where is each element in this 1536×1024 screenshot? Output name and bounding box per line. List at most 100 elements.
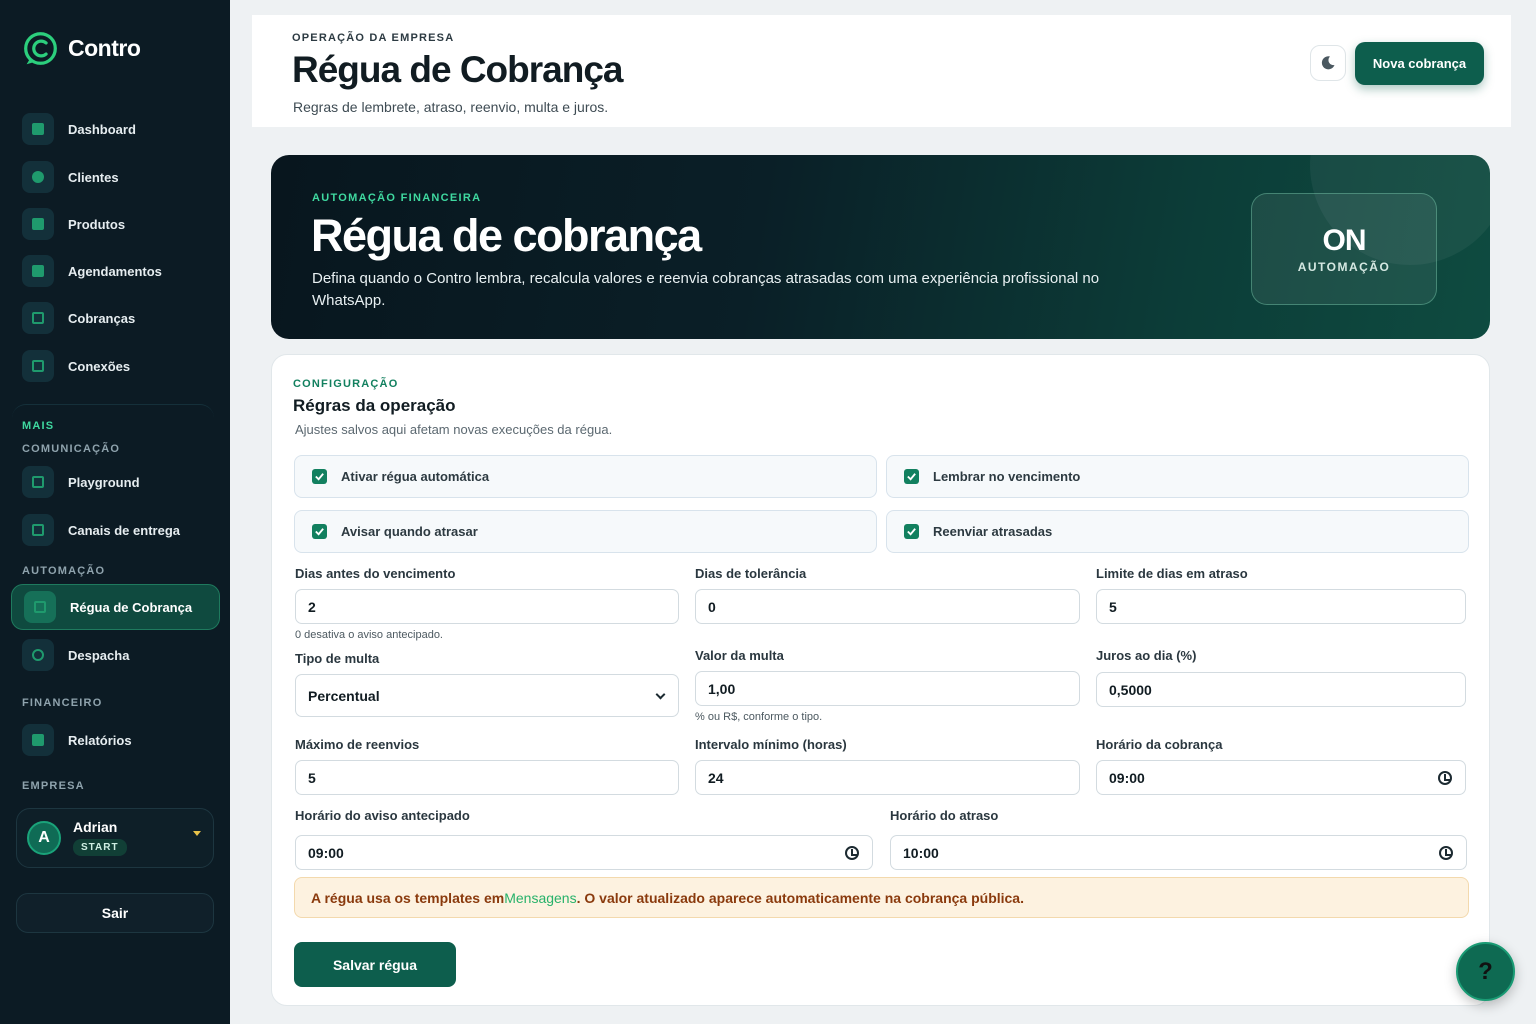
checkbox-checked-icon [312, 524, 327, 539]
sidebar: Contro Dashboard Clientes Produtos Agend… [0, 0, 230, 1024]
connection-icon [22, 350, 54, 382]
dias-antes-help: 0 desativa o aviso antecipado. [295, 629, 443, 641]
label-limite-atraso: Limite de dias em atraso [1096, 566, 1248, 581]
label-valor-multa: Valor da multa [695, 648, 784, 663]
sidebar-item-agendamentos[interactable]: Agendamentos [22, 255, 162, 287]
sidebar-item-canais[interactable]: Canais de entrega [22, 514, 180, 546]
label-intervalo: Intervalo mínimo (horas) [695, 737, 847, 752]
calendar-icon [22, 255, 54, 287]
sidebar-item-label: Conexões [68, 358, 131, 374]
horario-cobranca-input[interactable]: 09:00 [1096, 760, 1466, 795]
horario-atraso-value: 10:00 [903, 844, 939, 861]
chevron-down-icon [655, 689, 666, 700]
sidebar-item-label: Canais de entrega [68, 522, 180, 538]
valor-multa-help: % ou R$, conforme o tipo. [695, 711, 823, 723]
ruler-icon [24, 591, 56, 623]
horario-aviso-input[interactable]: 09:00 [295, 835, 873, 870]
sidebar-item-label: Clientes [68, 169, 119, 185]
max-reenvios-input[interactable]: 5 [295, 760, 679, 795]
config-title: Régras da operação [293, 396, 456, 415]
horario-cobranca-value: 09:00 [1109, 769, 1145, 786]
automation-status-value: ON [1322, 224, 1367, 257]
moon-icon [1321, 56, 1335, 70]
label-horario-aviso: Horário do aviso antecipado [295, 808, 470, 823]
sidebar-item-despacha[interactable]: Despacha [22, 639, 129, 671]
label-juros-dia: Juros ao dia (%) [1096, 648, 1197, 663]
dias-antes-input[interactable]: 2 [295, 589, 679, 624]
limite-atraso-input[interactable]: 5 [1096, 589, 1466, 624]
messages-link[interactable]: Mensagens [504, 890, 576, 906]
avatar: A [27, 821, 61, 855]
logout-button[interactable]: Sair [16, 893, 214, 933]
hero-banner: AUTOMAÇÃO FINANCEIRA Régua de cobrança D… [271, 155, 1490, 339]
sidebar-item-produtos[interactable]: Produtos [22, 208, 125, 240]
notice-prefix: A régua usa os templates em [311, 889, 505, 906]
label-horario-cobranca: Horário da cobrança [1096, 737, 1223, 752]
label-dias-tolerancia: Dias de tolerância [695, 566, 807, 581]
sidebar-item-regua[interactable]: Régua de Cobrança [11, 584, 220, 630]
checkbox-lembrar-vencimento[interactable]: Lembrar no vencimento [886, 455, 1469, 498]
refresh-icon [22, 639, 54, 671]
theme-toggle-button[interactable] [1310, 45, 1346, 81]
checkbox-avisar-atraso[interactable]: Avisar quando atrasar [294, 510, 877, 553]
section-comunicacao: COMUNICAÇÃO [22, 443, 121, 455]
checkbox-checked-icon [904, 469, 919, 484]
user-name: Adrian [73, 819, 118, 835]
sidebar-item-cobrancas[interactable]: Cobranças [22, 302, 135, 334]
sidebar-item-conexoes[interactable]: Conexões [22, 350, 130, 382]
intervalo-input[interactable]: 24 [695, 760, 1080, 795]
page-title: Régua de Cobrança [292, 49, 623, 90]
dashboard-icon [22, 113, 54, 145]
save-button[interactable]: Salvar régua [294, 942, 456, 987]
checkbox-ativar-regua[interactable]: Ativar régua automática [294, 455, 877, 498]
report-icon [22, 724, 54, 756]
templates-notice: A régua usa os templates em Mensagens. O… [294, 877, 1469, 918]
hero-title: Régua de cobrança [311, 210, 702, 261]
sidebar-item-clientes[interactable]: Clientes [22, 161, 119, 193]
tipo-multa-select[interactable]: Percentual [295, 674, 679, 717]
sidebar-item-dashboard[interactable]: Dashboard [22, 113, 136, 145]
config-subtitle: Ajustes salvos aqui afetam novas execuçõ… [295, 422, 613, 437]
sidebar-item-label: Dashboard [68, 121, 136, 137]
user-menu[interactable]: A Adrian START [16, 808, 214, 868]
valor-multa-input[interactable]: 1,00 [695, 671, 1080, 706]
config-card: CONFIGURAÇÃO Régras da operação Ajustes … [271, 354, 1490, 1006]
app-name: Contro [68, 35, 141, 61]
logo[interactable]: Contro [22, 30, 141, 67]
sidebar-item-playground[interactable]: Playground [22, 466, 140, 498]
box-icon [22, 208, 54, 240]
horario-aviso-value: 09:00 [308, 844, 344, 861]
plan-badge: START [73, 839, 127, 856]
new-charge-button[interactable]: Nova cobrança [1355, 42, 1484, 85]
juros-dia-input[interactable]: 0,5000 [1096, 672, 1466, 707]
checkbox-label: Lembrar no vencimento [933, 469, 1081, 484]
channels-icon [22, 514, 54, 546]
hero-description: Defina quando o Contro lembra, recalcula… [312, 270, 1100, 309]
more-section [12, 404, 214, 464]
label-max-reenvios: Máximo de reenvios [295, 737, 420, 752]
tipo-multa-value: Percentual [308, 687, 380, 704]
clock-icon [1439, 846, 1453, 860]
more-label: MAIS [22, 420, 55, 432]
checkbox-label: Reenviar atrasadas [933, 524, 1053, 539]
label-tipo-multa: Tipo de multa [295, 651, 380, 666]
checkbox-reenviar-atrasadas[interactable]: Reenviar atrasadas [886, 510, 1469, 553]
chevron-down-icon [193, 831, 201, 836]
sidebar-item-label: Produtos [68, 216, 126, 232]
clock-icon [1438, 771, 1452, 785]
notice-suffix: . O valor atualizado aparece automaticam… [576, 889, 1024, 906]
checkbox-checked-icon [312, 469, 327, 484]
users-icon [22, 161, 54, 193]
sidebar-item-label: Playground [68, 474, 140, 490]
playground-icon [22, 466, 54, 498]
sidebar-item-relatorios[interactable]: Relatórios [22, 724, 132, 756]
contro-logo-icon [24, 32, 57, 65]
page-header: OPERAÇÃO DA EMPRESA Régua de Cobrança Re… [252, 15, 1511, 127]
horario-atraso-input[interactable]: 10:00 [890, 835, 1467, 870]
dias-tolerancia-input[interactable]: 0 [695, 589, 1080, 624]
sidebar-item-label: Régua de Cobrança [70, 599, 193, 615]
help-button[interactable]: ? [1456, 942, 1515, 1001]
label-dias-antes: Dias antes do vencimento [295, 566, 456, 581]
invoice-icon [22, 302, 54, 334]
clock-icon [845, 846, 859, 860]
